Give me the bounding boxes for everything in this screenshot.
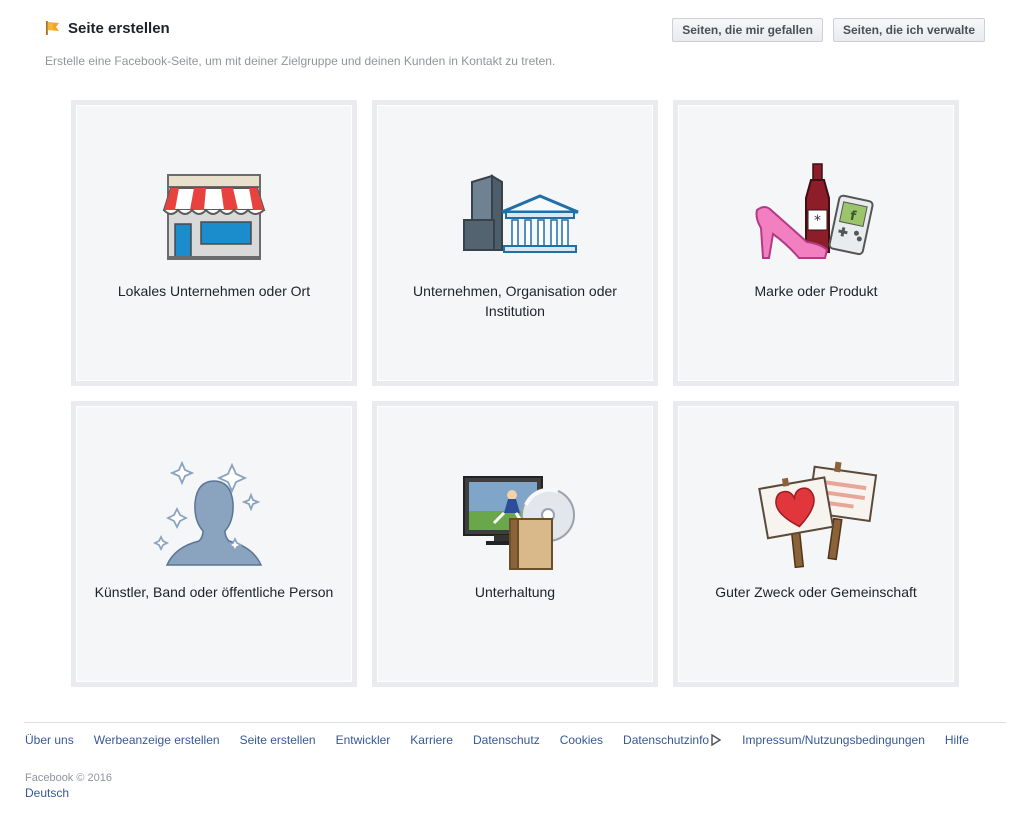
footer-divider	[24, 722, 1006, 723]
buildings-icon	[463, 174, 579, 253]
footer-link-cookies[interactable]: Cookies	[560, 733, 603, 747]
category-tile-cause[interactable]: Guter Zweck oder Gemeinschaft	[673, 401, 959, 687]
category-label: Guter Zweck oder Gemeinschaft	[715, 584, 917, 600]
entertainment-icon	[463, 476, 575, 570]
footer-links: Über uns Werbeanzeige erstellen Seite er…	[25, 733, 969, 747]
pages-i-manage-button[interactable]: Seiten, die ich verwalte	[832, 18, 985, 42]
footer-link-privacy[interactable]: Datenschutz	[473, 733, 540, 747]
footer-link-imprint-terms[interactable]: Impressum/Nutzungsbedingungen	[742, 733, 925, 747]
footer-link-create-ad[interactable]: Werbeanzeige erstellen	[94, 733, 220, 747]
category-label: Marke oder Produkt	[754, 283, 878, 299]
category-label: Unterhaltung	[474, 584, 556, 600]
page-header: Seite erstellen Seiten, die mir gefallen…	[45, 18, 985, 48]
footer-copyright: Facebook © 2016	[25, 772, 112, 784]
page-subtitle: Erstelle eine Facebook-Seite, um mit dei…	[45, 54, 556, 68]
footer-link-about[interactable]: Über uns	[25, 733, 74, 747]
category-label: Unternehmen, Organisation oder Instituti…	[413, 283, 617, 319]
category-tile-entertainment[interactable]: Unterhaltung	[372, 401, 658, 687]
svg-text:*: *	[814, 213, 821, 229]
header-buttons: Seiten, die mir gefallen Seiten, die ich…	[672, 18, 985, 42]
person-silhouette-icon	[152, 461, 263, 566]
category-tile-local-business[interactable]: Lokales Unternehmen oder Ort	[71, 100, 357, 386]
footer-link-developers[interactable]: Entwickler	[336, 733, 391, 747]
category-tile-brand[interactable]: * f Marke oder Produkt	[673, 100, 959, 386]
footer-link-create-page[interactable]: Seite erstellen	[240, 733, 316, 747]
pages-i-like-button[interactable]: Seiten, die mir gefallen	[672, 18, 823, 42]
category-label: Künstler, Band oder öffentliche Person	[94, 584, 334, 600]
signs-heart-icon	[758, 461, 878, 569]
footer-link-ad-choices-label: Datenschutzinfo	[623, 733, 710, 747]
page-title: Seite erstellen	[68, 20, 170, 37]
storefront-icon	[162, 174, 266, 260]
category-label: Lokales Unternehmen oder Ort	[117, 283, 311, 299]
footer-link-help[interactable]: Hilfe	[945, 733, 969, 747]
products-icon: * f	[755, 163, 874, 259]
flag-icon	[46, 21, 59, 35]
ad-choices-icon	[711, 734, 722, 746]
footer-link-careers[interactable]: Karriere	[410, 733, 453, 747]
footer-link-ad-choices[interactable]: Datenschutzinfo	[623, 733, 722, 747]
language-link[interactable]: Deutsch	[25, 786, 69, 800]
category-grid: Lokales Unternehmen oder Ort Unternehmen…	[71, 100, 959, 687]
category-tile-artist[interactable]: Künstler, Band oder öffentliche Person	[71, 401, 357, 687]
category-tile-company[interactable]: Unternehmen, Organisation oder Instituti…	[372, 100, 658, 386]
